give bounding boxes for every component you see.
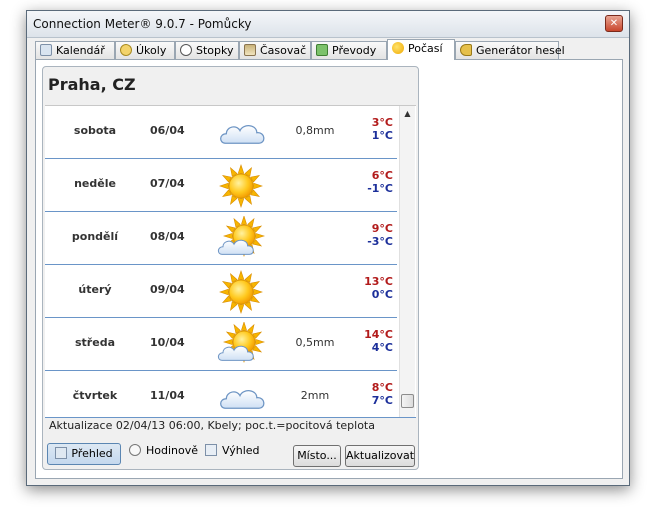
tab-label: Úkoly xyxy=(136,44,167,57)
update-status: Aktualizace 02/04/13 06:00, Kbely; poc.t… xyxy=(49,419,375,432)
overview-button[interactable]: Přehled xyxy=(47,443,121,465)
forecast-day: sobota xyxy=(73,124,117,137)
weather-icon xyxy=(392,42,404,54)
tab-stopky[interactable]: Stopky xyxy=(175,41,239,59)
forecast-tmax: 13°C xyxy=(364,275,393,288)
forecast-tmax: 8°C xyxy=(371,381,393,394)
outlook-option[interactable]: Výhled xyxy=(205,444,260,457)
sun-icon xyxy=(215,163,267,209)
location-title: Praha, CZ xyxy=(48,75,136,94)
title-bar[interactable]: Connection Meter® 9.0.7 - Pomůcky ✕ xyxy=(27,11,629,38)
forecast-tmax: 6°C xyxy=(371,169,393,182)
close-button[interactable]: ✕ xyxy=(605,15,623,32)
scrollbar[interactable]: ▲ xyxy=(399,106,415,418)
partly-cloudy-icon xyxy=(215,320,267,368)
forecast-day: úterý xyxy=(78,283,112,296)
tab-generator-hesel[interactable]: Generátor hesel xyxy=(455,41,565,59)
calendar-icon xyxy=(40,44,52,56)
outlook-label: Výhled xyxy=(222,444,260,457)
forecast-row: středa 10/04 0,5mm 14°C 4°C xyxy=(45,318,397,371)
calendar-icon xyxy=(205,444,217,456)
forecast-tmin: 7°C xyxy=(371,394,393,407)
tab-prevody[interactable]: Převody xyxy=(311,41,387,59)
list-icon xyxy=(55,447,68,459)
forecast-row: pondělí 08/04 9°C -3°C xyxy=(45,212,397,265)
convert-icon xyxy=(316,44,328,56)
forecast-date: 09/04 xyxy=(150,283,185,296)
hourly-option[interactable]: Hodinově xyxy=(129,444,198,457)
clock-icon xyxy=(129,444,141,456)
cloud-icon xyxy=(215,110,267,156)
forecast-date: 10/04 xyxy=(150,336,185,349)
forecast-tmin: -3°C xyxy=(367,235,393,248)
forecast-row: čtvrtek 11/04 2mm 8°C 7°C xyxy=(45,371,397,418)
partly-cloudy-icon xyxy=(215,214,267,262)
app-window: Connection Meter® 9.0.7 - Pomůcky ✕ Kale… xyxy=(26,10,630,486)
forecast-date: 11/04 xyxy=(150,389,185,402)
sun-icon xyxy=(215,269,267,315)
forecast-row: sobota 06/04 0,8mm 3°C 1°C xyxy=(45,106,397,159)
forecast-row: neděle 07/04 6°C -1°C xyxy=(45,159,397,212)
tab-strip: Kalendář Úkoly Stopky Časovač Převody Po… xyxy=(35,39,621,60)
key-icon xyxy=(460,44,472,56)
view-bar: Přehled Hodinově Výhled Místo... Aktuali… xyxy=(43,439,418,469)
place-button[interactable]: Místo... xyxy=(293,445,341,467)
forecast-tmin: 4°C xyxy=(371,341,393,354)
scroll-up-button[interactable]: ▲ xyxy=(400,106,415,122)
tab-label: Generátor hesel xyxy=(476,44,565,57)
stopwatch-icon xyxy=(180,44,192,56)
tab-label: Stopky xyxy=(196,44,234,57)
forecast-precip: 0,8mm xyxy=(295,124,335,137)
forecast-date: 06/04 xyxy=(150,124,185,137)
forecast-day: středa xyxy=(75,336,115,349)
overview-label: Přehled xyxy=(71,447,113,460)
tab-kalendar[interactable]: Kalendář xyxy=(35,41,115,59)
forecast-day: pondělí xyxy=(71,230,119,243)
tab-pocasi[interactable]: Počasí xyxy=(387,39,455,60)
window-title: Connection Meter® 9.0.7 - Pomůcky xyxy=(33,17,252,31)
refresh-button[interactable]: Aktualizovat xyxy=(345,445,415,467)
tab-label: Časovač xyxy=(260,44,307,57)
forecast-tmax: 3°C xyxy=(371,116,393,129)
tab-label: Kalendář xyxy=(56,44,105,57)
tab-label: Počasí xyxy=(408,42,443,55)
forecast-day: čtvrtek xyxy=(72,389,118,402)
tab-label: Převody xyxy=(332,44,377,57)
tasks-icon xyxy=(120,44,132,56)
forecast-tmin: -1°C xyxy=(367,182,393,195)
forecast-precip: 0,5mm xyxy=(295,336,335,349)
forecast-date: 07/04 xyxy=(150,177,185,190)
tab-casovac[interactable]: Časovač xyxy=(239,41,311,59)
cloud-icon xyxy=(215,375,267,418)
forecast-tmin: 1°C xyxy=(371,129,393,142)
forecast-tmax: 14°C xyxy=(364,328,393,341)
tab-ukoly[interactable]: Úkoly xyxy=(115,41,175,59)
divider xyxy=(45,417,416,418)
forecast-list[interactable]: sobota 06/04 0,8mm 3°C 1°C neděle 07/04 6°C -1… xyxy=(45,105,416,418)
forecast-tmin: 0°C xyxy=(371,288,393,301)
hourly-label: Hodinově xyxy=(146,444,199,457)
close-icon: ✕ xyxy=(609,18,619,29)
forecast-precip: 2mm xyxy=(300,389,330,402)
hourglass-icon xyxy=(244,44,256,56)
tab-panel-pocasi: Praha, CZ sobota 06/04 0,8mm 3°C 1°C neděle 0… xyxy=(35,59,623,479)
forecast-day: neděle xyxy=(74,177,116,190)
forecast-row: úterý 09/04 13°C 0°C xyxy=(45,265,397,318)
forecast-date: 08/04 xyxy=(150,230,185,243)
weather-panel: Praha, CZ sobota 06/04 0,8mm 3°C 1°C neděle 0… xyxy=(42,66,419,470)
forecast-tmax: 9°C xyxy=(371,222,393,235)
